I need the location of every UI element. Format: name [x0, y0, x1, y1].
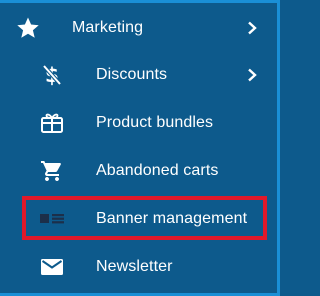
chevron-right-icon: [245, 21, 259, 35]
shopping-cart-icon: [39, 158, 65, 184]
discount-icon: $: [39, 62, 65, 88]
menu-item-abandoned-carts[interactable]: Abandoned carts: [0, 147, 277, 195]
menu-item-label: Newsletter: [96, 258, 173, 275]
menu-item-marketing[interactable]: Marketing: [0, 4, 277, 52]
menu-item-label: Product bundles: [96, 114, 214, 131]
menu-item-label: Discounts: [96, 66, 168, 83]
menu-item-product-bundles[interactable]: Product bundles: [0, 99, 277, 147]
star-icon: [15, 15, 41, 41]
mail-icon: [39, 254, 65, 280]
top-edge-accent: [0, 0, 280, 3]
chevron-right-icon: [245, 68, 259, 82]
menu-item-banner-management[interactable]: Banner management: [0, 195, 277, 243]
menu-item-label: Marketing: [72, 19, 144, 36]
banner-icon: [39, 206, 65, 232]
menu-item-label: Abandoned carts: [96, 162, 219, 179]
menu-item-label: Banner management: [96, 210, 248, 227]
right-edge-accent: [277, 0, 280, 296]
menu-item-discounts[interactable]: $ Discounts: [0, 51, 277, 99]
menu-item-newsletter[interactable]: Newsletter: [0, 243, 277, 291]
gift-box-icon: [39, 110, 65, 136]
